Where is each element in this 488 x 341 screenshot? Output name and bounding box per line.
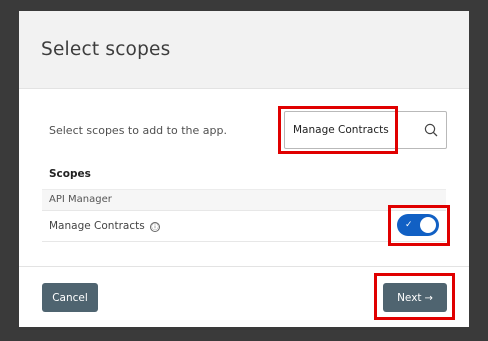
toggle-knob — [420, 217, 436, 233]
search-field[interactable] — [284, 111, 447, 149]
scope-group-label: API Manager — [49, 194, 112, 205]
intro-text: Select scopes to add to the app. — [49, 124, 227, 137]
cancel-button[interactable]: Cancel — [42, 283, 98, 312]
checkmark-icon: ✓ — [405, 220, 413, 230]
dialog-header: Select scopes — [19, 11, 469, 89]
arrow-right-icon: → — [424, 292, 433, 304]
scope-item-name: Manage Contracts — [49, 220, 145, 232]
scope-item-label: Manage Contracts ⓘ — [49, 220, 161, 232]
next-button-label: Next — [397, 291, 422, 304]
scope-toggle[interactable]: ✓ — [397, 214, 439, 236]
next-button[interactable]: Next → — [383, 283, 447, 312]
dialog-title: Select scopes — [41, 39, 171, 60]
scopes-section-label: Scopes — [49, 168, 91, 180]
search-input[interactable] — [293, 112, 421, 148]
select-scopes-dialog: Select scopes Select scopes to add to th… — [19, 11, 469, 327]
info-icon[interactable]: ⓘ — [150, 222, 161, 232]
scope-row: Manage Contracts ⓘ — [42, 210, 446, 242]
scope-group-row: API Manager — [42, 189, 446, 210]
footer-divider — [19, 266, 469, 267]
search-icon[interactable] — [424, 123, 438, 137]
